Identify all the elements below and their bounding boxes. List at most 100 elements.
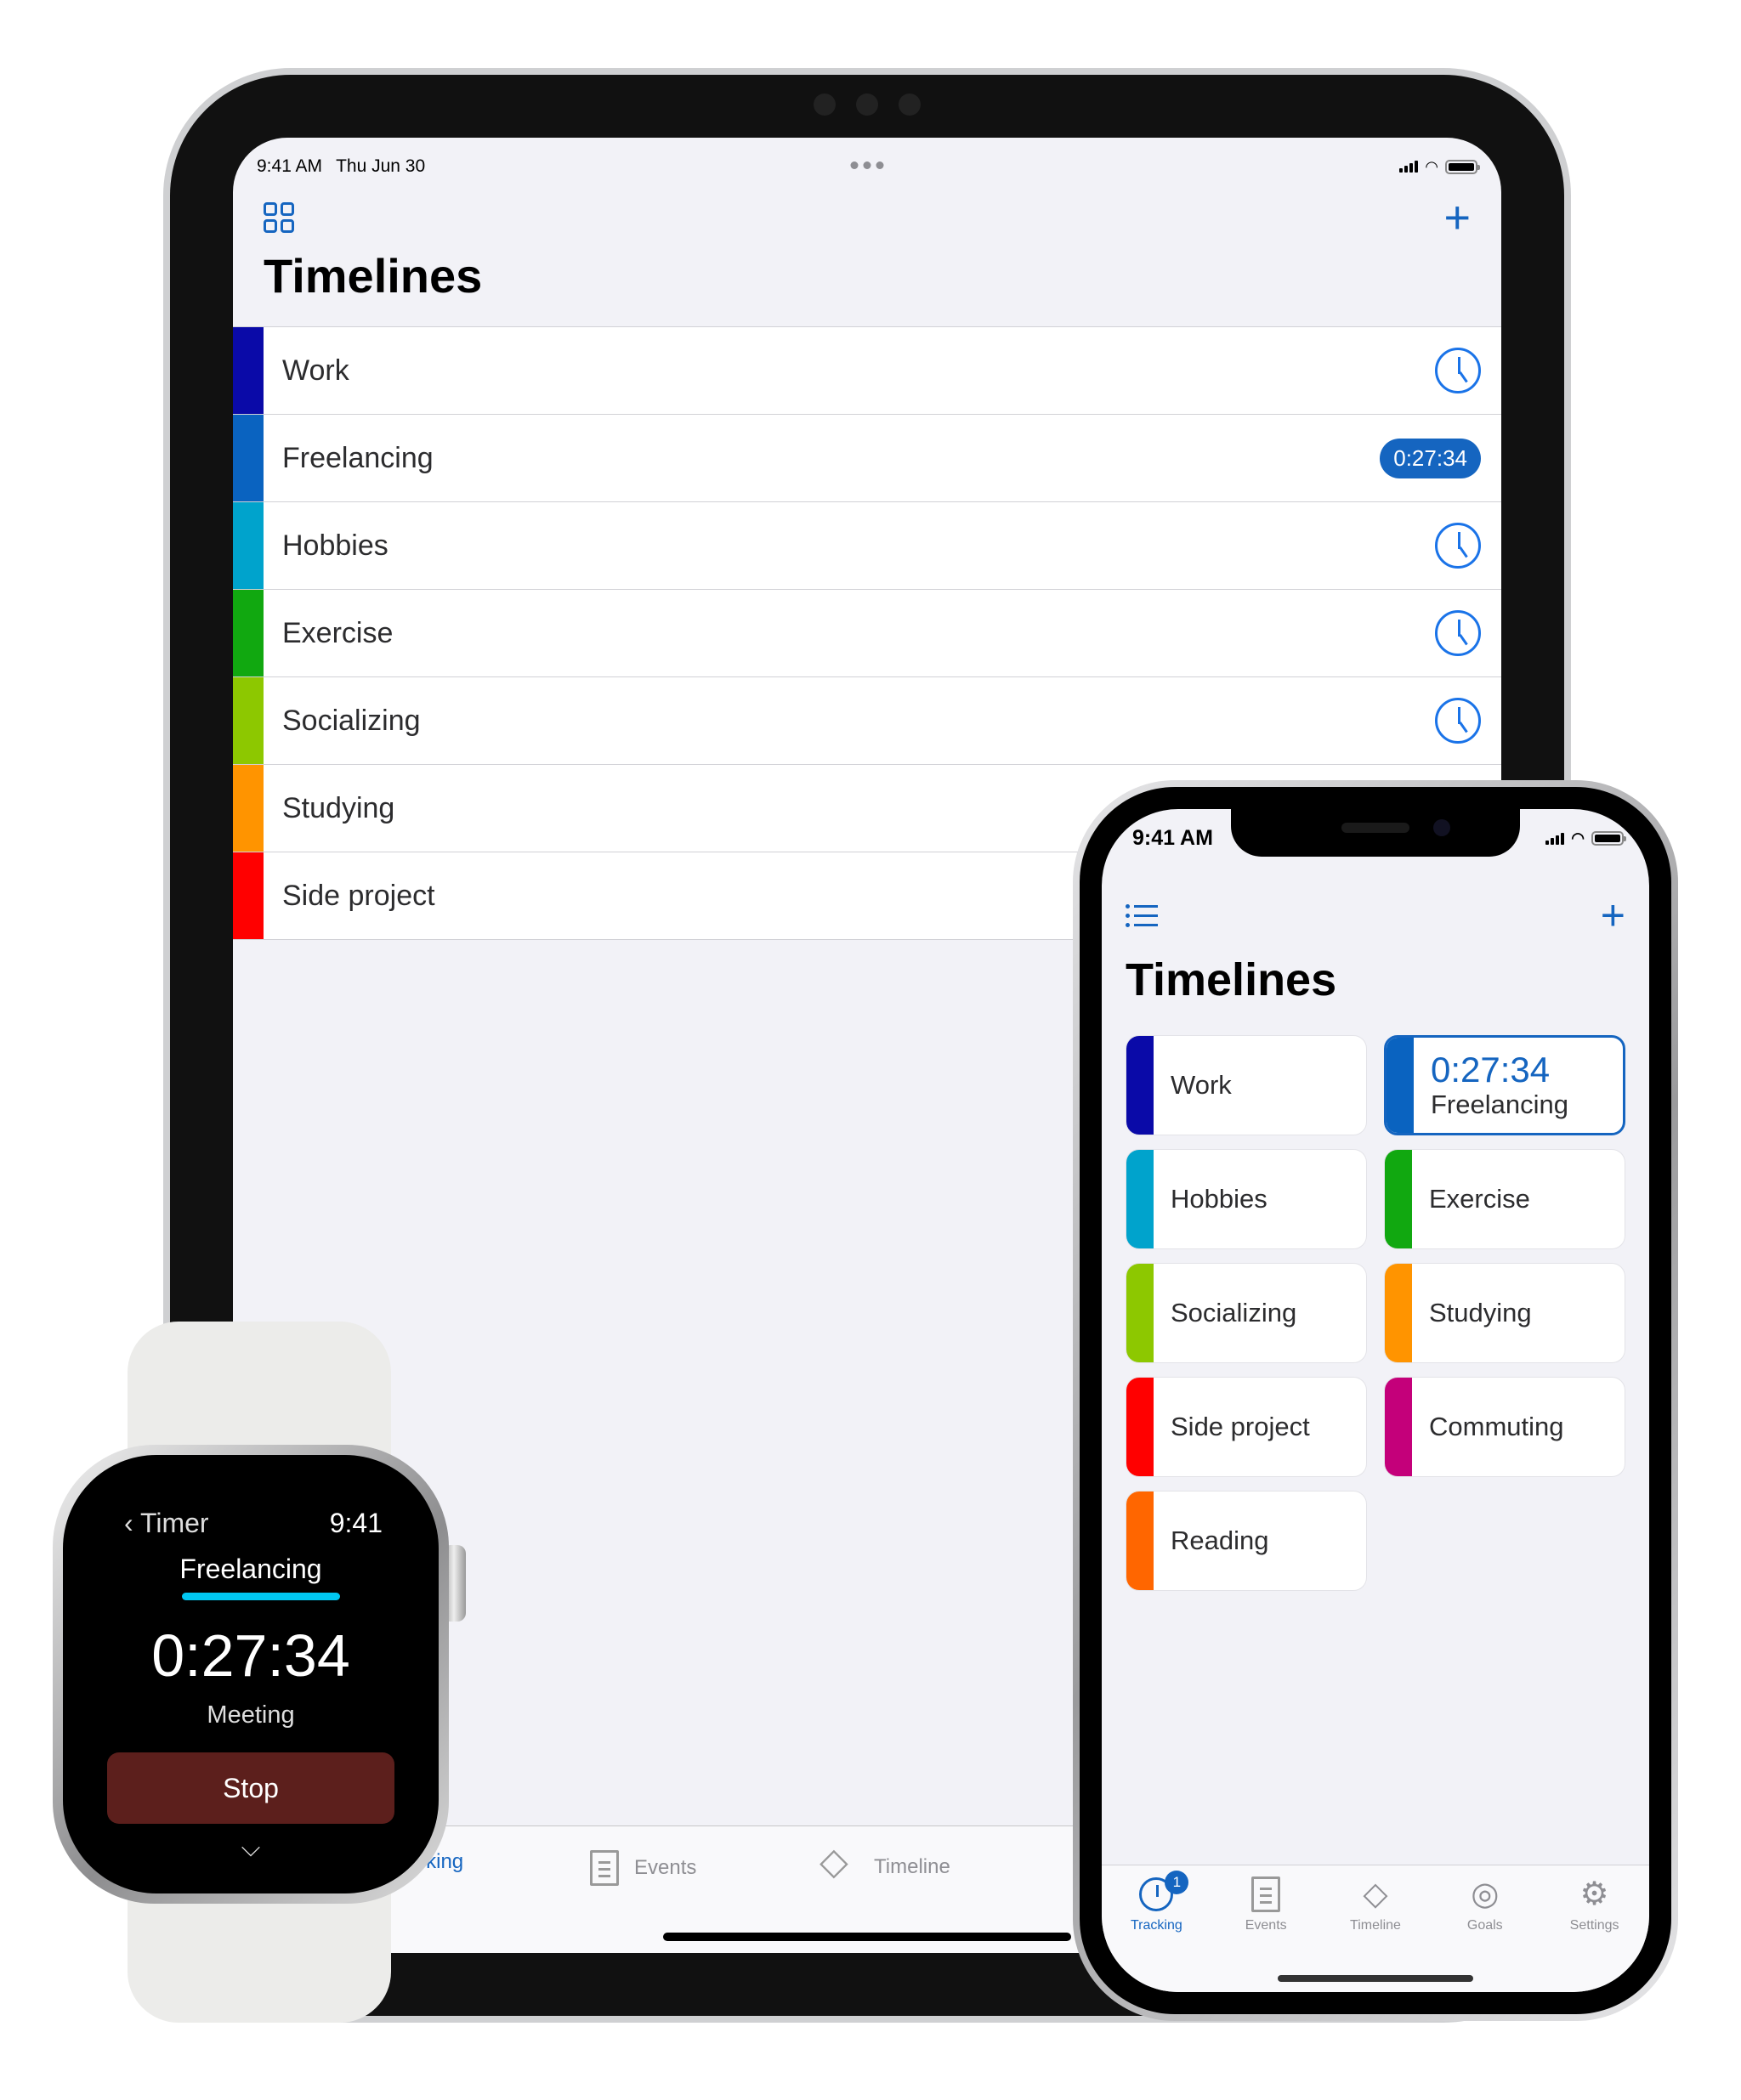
start-timer-clock-icon[interactable] <box>1435 523 1481 569</box>
timeline-label: Work <box>1171 1070 1232 1100</box>
target-icon: ◎ <box>1471 1876 1500 1912</box>
multitasking-dots-icon[interactable] <box>850 161 884 169</box>
timeline-label: Freelancing <box>282 441 434 474</box>
wifi-icon: ◠ <box>1425 157 1438 175</box>
color-bar <box>233 590 264 676</box>
watch-device: ‹ Timer 9:41 Freelancing 0:27:34 Meeting… <box>53 1445 449 1904</box>
fan-icon: ◇ <box>1363 1876 1388 1912</box>
status-date: Thu Jun 30 <box>336 156 426 176</box>
activity-label: Meeting <box>207 1701 295 1729</box>
battery-icon <box>1445 159 1480 174</box>
color-bar <box>1385 1150 1412 1248</box>
tab-tracking[interactable]: 1 Tracking <box>1105 1871 1207 1992</box>
chevron-down-icon[interactable]: ⌵ <box>63 1834 439 1863</box>
document-icon <box>590 1850 619 1886</box>
color-bar <box>1387 1038 1414 1133</box>
color-bar <box>233 765 264 852</box>
timeline-tile[interactable]: 0:27:34 Freelancing <box>1384 1035 1625 1135</box>
start-timer-clock-icon[interactable] <box>1435 698 1481 744</box>
battery-icon <box>1591 831 1626 846</box>
status-time: 9:41 AM <box>257 156 323 176</box>
iphone-screen: 9:41 AM ◠ + Timelines Work 0:27:34 Freelan… <box>1102 809 1649 1992</box>
running-timer-badge[interactable]: 0:27:34 <box>1380 438 1481 478</box>
tab-events[interactable]: Events <box>590 1850 696 1886</box>
timeline-color-bar <box>182 1593 340 1600</box>
timeline-row[interactable]: Work <box>233 327 1501 415</box>
watch-screen: ‹ Timer 9:41 Freelancing 0:27:34 Meeting… <box>63 1455 439 1893</box>
timeline-label: Exercise <box>1429 1184 1530 1214</box>
iphone-status-bar: 9:41 AM ◠ <box>1132 826 1626 851</box>
timeline-tile[interactable]: Commuting <box>1384 1377 1625 1477</box>
timeline-tile[interactable]: Work <box>1126 1035 1367 1135</box>
color-bar <box>233 852 264 939</box>
status-time: 9:41 AM <box>1132 826 1213 850</box>
home-indicator <box>1278 1975 1473 1982</box>
timeline-label: Commuting <box>1429 1412 1564 1441</box>
timeline-label: Hobbies <box>1171 1184 1267 1214</box>
timeline-grid: Work 0:27:34 Freelancing Hobbies Exercise Soc… <box>1126 1035 1625 1591</box>
iphone-bezel: 9:41 AM ◠ + Timelines Work 0:27:34 Freelan… <box>1080 787 1671 2014</box>
document-icon <box>1251 1876 1281 1912</box>
list-view-icon[interactable] <box>1126 903 1158 927</box>
color-bar <box>1385 1264 1412 1362</box>
wifi-icon: ◠ <box>1571 829 1585 846</box>
tab-label: Timeline <box>874 1855 950 1878</box>
watch-time: 9:41 <box>329 1508 383 1538</box>
timeline-label: Exercise <box>282 616 394 649</box>
timeline-tile[interactable]: Side project <box>1126 1377 1367 1477</box>
timeline-name: Freelancing <box>179 1554 322 1584</box>
signal-icon <box>1545 832 1565 845</box>
fan-icon <box>819 1840 859 1884</box>
color-bar <box>1126 1492 1154 1590</box>
timeline-row[interactable]: Socializing <box>233 677 1501 765</box>
timeline-label: Hobbies <box>282 529 388 562</box>
start-timer-clock-icon[interactable] <box>1435 610 1481 656</box>
timeline-label: Studying <box>1429 1298 1532 1327</box>
back-label: Timer <box>139 1508 209 1538</box>
color-bar <box>233 415 264 501</box>
timeline-tile[interactable]: Reading <box>1126 1491 1367 1591</box>
timeline-tile[interactable]: Socializing <box>1126 1263 1367 1363</box>
page-title: Timelines <box>264 249 483 303</box>
ipad-camera <box>814 93 921 116</box>
tab-label: Settings <box>1569 1918 1619 1933</box>
tab-label: Timeline <box>1350 1918 1401 1933</box>
timeline-label: Reading <box>1171 1525 1269 1555</box>
timeline-tile[interactable]: Hobbies <box>1126 1149 1367 1249</box>
gear-icon: ⚙ <box>1579 1876 1609 1912</box>
running-timer: 0:27:34 <box>1431 1049 1551 1090</box>
stop-button[interactable]: Stop <box>107 1752 394 1824</box>
elapsed-timer: 0:27:34 <box>151 1622 350 1689</box>
color-bar <box>233 677 264 764</box>
color-bar <box>1126 1150 1154 1248</box>
tab-label: Tracking <box>1131 1918 1182 1933</box>
timeline-label: Freelancing <box>1431 1090 1568 1120</box>
add-timeline-button[interactable]: + <box>1601 894 1625 937</box>
timeline-label: Side project <box>1171 1412 1310 1441</box>
timeline-row[interactable]: Hobbies <box>233 502 1501 590</box>
tab-label: Goals <box>1466 1918 1503 1933</box>
tab-label: Events <box>634 1856 697 1879</box>
signal-icon <box>1399 161 1419 173</box>
badge: 1 <box>1165 1871 1189 1894</box>
color-bar <box>233 502 264 589</box>
page-title: Timelines <box>1126 954 1337 1005</box>
timeline-tile[interactable]: Exercise <box>1384 1149 1625 1249</box>
color-bar <box>233 327 264 414</box>
tab-timeline[interactable]: Timeline <box>819 1840 950 1884</box>
color-bar <box>1126 1036 1154 1135</box>
timeline-label: Work <box>282 354 349 387</box>
timeline-tile[interactable]: Studying <box>1384 1263 1625 1363</box>
timeline-label: Socializing <box>282 704 421 737</box>
color-bar <box>1126 1264 1154 1362</box>
home-indicator <box>663 1933 1071 1941</box>
color-bar <box>1385 1378 1412 1476</box>
start-timer-clock-icon[interactable] <box>1435 348 1481 393</box>
timeline-row[interactable]: Freelancing 0:27:34 <box>233 415 1501 502</box>
add-timeline-button[interactable]: + <box>1443 195 1471 241</box>
grid-view-icon[interactable] <box>264 202 294 233</box>
timeline-row[interactable]: Exercise <box>233 590 1501 677</box>
tab-settings[interactable]: ⚙ Settings <box>1544 1876 1646 1992</box>
back-button[interactable]: ‹ Timer <box>124 1508 209 1539</box>
timeline-label: Studying <box>282 791 395 824</box>
